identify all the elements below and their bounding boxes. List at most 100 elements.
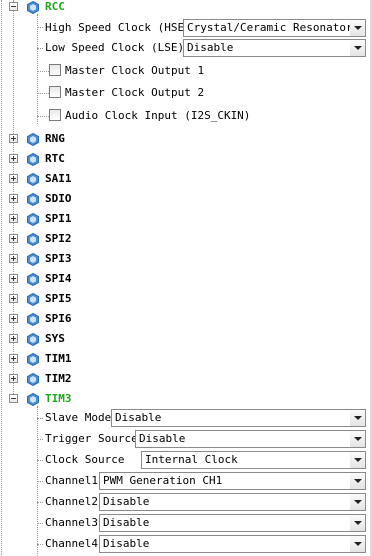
- peripheral-hex-icon: [27, 213, 39, 226]
- tree-node-sdio[interactable]: SDIO: [0, 190, 372, 210]
- tree-guide-line: [37, 48, 43, 49]
- tree-node-spi2[interactable]: SPI2: [0, 230, 372, 250]
- peripheral-hex-icon: [27, 1, 39, 14]
- expand-icon[interactable]: [9, 214, 18, 223]
- peripheral-hex-icon: [27, 133, 39, 146]
- channel1-select-value: PWM Generation CH1: [103, 474, 223, 487]
- slave-mode-select[interactable]: Disable: [111, 409, 366, 427]
- tree-node-label: SPI5: [45, 292, 72, 305]
- expand-icon[interactable]: [9, 234, 18, 243]
- hse-label: High Speed Clock (HSE): [45, 21, 191, 34]
- peripheral-hex-icon: [27, 393, 39, 406]
- clock-source-label: Clock Source: [45, 453, 125, 466]
- chevron-down-icon[interactable]: [350, 515, 365, 531]
- channel2-select-value: Disable: [103, 495, 150, 508]
- expand-icon[interactable]: [9, 174, 18, 183]
- expand-icon[interactable]: [9, 134, 18, 143]
- chevron-down-icon[interactable]: [350, 20, 365, 36]
- trigger-source-label: Trigger Source: [45, 432, 138, 445]
- channel4-select[interactable]: Disable: [99, 535, 366, 553]
- channel2-select[interactable]: Disable: [99, 493, 366, 511]
- chevron-down-icon[interactable]: [350, 431, 365, 447]
- tree-node-rcc[interactable]: RCC: [0, 0, 372, 20]
- chevron-down-icon[interactable]: [350, 494, 365, 510]
- collapse-icon[interactable]: [9, 2, 18, 11]
- channel1-select[interactable]: PWM Generation CH1: [99, 472, 366, 490]
- peripheral-hex-icon: [27, 353, 39, 366]
- tree-node-tim2[interactable]: TIM2: [0, 370, 372, 390]
- tree-guide-line: [37, 116, 49, 117]
- slave-mode-label: Slave Mode: [45, 411, 112, 424]
- mco2-label: Master Clock Output 2: [65, 86, 205, 99]
- peripheral-hex-icon: [27, 153, 39, 166]
- clock-source-select-value: Internal Clock: [145, 453, 238, 466]
- tree-node-label: SPI2: [45, 232, 72, 245]
- expand-icon[interactable]: [9, 354, 18, 363]
- peripheral-hex-icon: [27, 333, 39, 346]
- tree-node-rtc[interactable]: RTC: [0, 150, 372, 170]
- tree-node-label: SPI1: [45, 212, 72, 225]
- tree-guide-line: [37, 523, 43, 524]
- channel4-label: Channel4: [45, 537, 98, 550]
- tree-node-label: TIM3: [45, 392, 72, 405]
- hse-select-value: Crystal/Ceramic Resonator: [187, 21, 353, 34]
- chevron-down-icon[interactable]: [350, 536, 365, 552]
- tree-guide-line: [37, 439, 43, 440]
- peripheral-hex-icon: [27, 293, 39, 306]
- tree-guide-line: [37, 481, 43, 482]
- channel3-select[interactable]: Disable: [99, 514, 366, 532]
- expand-icon[interactable]: [9, 194, 18, 203]
- tree-node-sai1[interactable]: SAI1: [0, 170, 372, 190]
- tree-node-label: SAI1: [45, 172, 72, 185]
- expand-icon[interactable]: [9, 374, 18, 383]
- hse-select[interactable]: Crystal/Ceramic Resonator: [183, 19, 366, 37]
- expand-icon[interactable]: [9, 334, 18, 343]
- tree-node-spi5[interactable]: SPI5: [0, 290, 372, 310]
- tree-guide-line: [37, 502, 43, 503]
- channel1-label: Channel1: [45, 474, 98, 487]
- lse-select[interactable]: Disable: [183, 39, 366, 57]
- tree-guide-line: [37, 418, 43, 419]
- tree-node-tim3[interactable]: TIM3: [0, 390, 372, 410]
- chevron-down-icon[interactable]: [350, 473, 365, 489]
- tree-node-spi6[interactable]: SPI6: [0, 310, 372, 330]
- mco1-checkbox[interactable]: [49, 64, 61, 76]
- peripheral-hex-icon: [27, 193, 39, 206]
- tree-node-spi1[interactable]: SPI1: [0, 210, 372, 230]
- tree-node-label: SPI3: [45, 252, 72, 265]
- tree-node-label: RCC: [45, 0, 65, 13]
- expand-icon[interactable]: [9, 314, 18, 323]
- clock-source-select[interactable]: Internal Clock: [141, 451, 366, 469]
- trigger-source-select[interactable]: Disable: [135, 430, 366, 448]
- channel4-select-value: Disable: [103, 537, 150, 550]
- peripheral-hex-icon: [27, 173, 39, 186]
- tree-node-sys[interactable]: SYS: [0, 330, 372, 350]
- expand-icon[interactable]: [9, 254, 18, 263]
- expand-icon[interactable]: [9, 294, 18, 303]
- mco2-checkbox[interactable]: [49, 86, 61, 98]
- tree-node-rng[interactable]: RNG: [0, 130, 372, 150]
- audio-clock-checkbox[interactable]: [49, 109, 61, 121]
- expand-icon[interactable]: [9, 274, 18, 283]
- peripheral-hex-icon: [27, 273, 39, 286]
- tree-node-label: SPI6: [45, 312, 72, 325]
- collapse-icon[interactable]: [9, 394, 18, 403]
- peripheral-hex-icon: [27, 233, 39, 246]
- channel3-label: Channel3: [45, 516, 98, 529]
- chevron-down-icon[interactable]: [350, 410, 365, 426]
- peripheral-hex-icon: [27, 313, 39, 326]
- tree-guide-line: [37, 544, 43, 545]
- lse-label: Low Speed Clock (LSE): [45, 41, 185, 54]
- tree-node-label: SDIO: [45, 192, 72, 205]
- tree-node-tim1[interactable]: TIM1: [0, 350, 372, 370]
- expand-icon[interactable]: [9, 154, 18, 163]
- tree-node-label: RNG: [45, 132, 65, 145]
- channel3-select-value: Disable: [103, 516, 150, 529]
- tree-node-spi4[interactable]: SPI4: [0, 270, 372, 290]
- chevron-down-icon[interactable]: [350, 452, 365, 468]
- tree-node-spi3[interactable]: SPI3: [0, 250, 372, 270]
- chevron-down-icon[interactable]: [350, 40, 365, 56]
- tree-guide-line: [37, 14, 38, 124]
- tree-node-label: TIM2: [45, 372, 72, 385]
- tree-node-label: SPI4: [45, 272, 72, 285]
